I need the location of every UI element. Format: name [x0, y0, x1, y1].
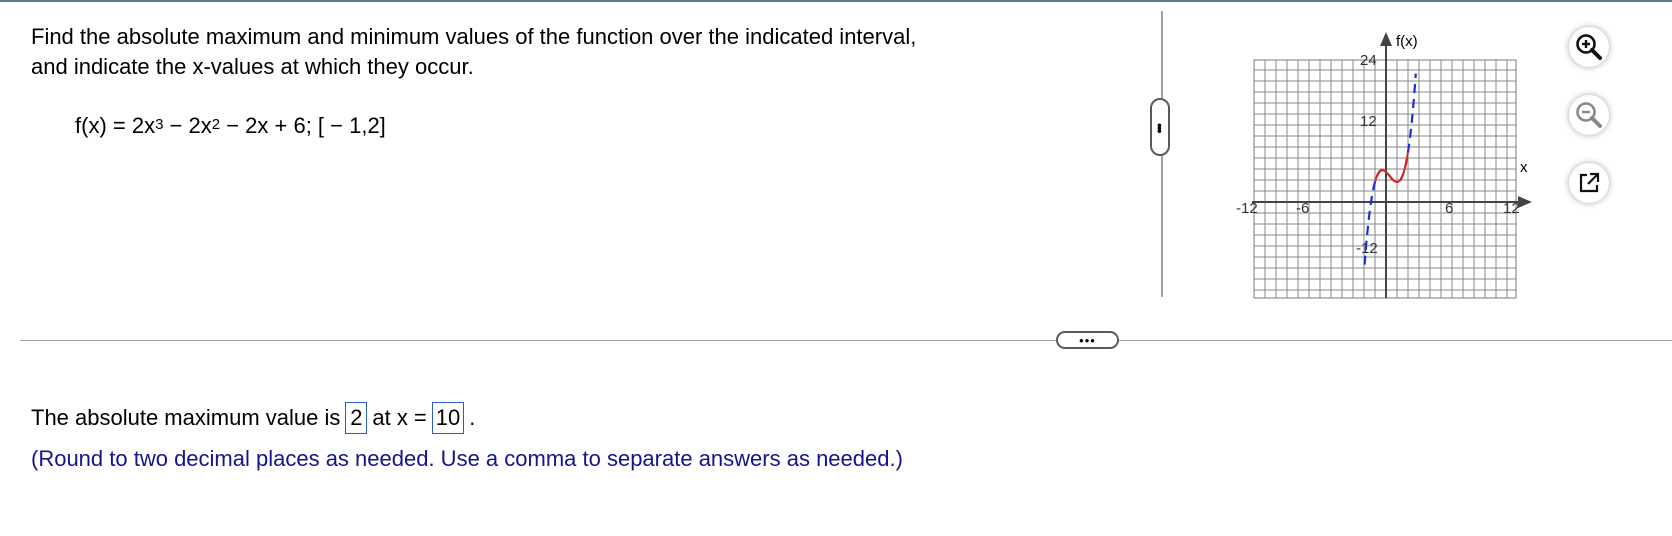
formula-exponent-2: 2 [211, 116, 221, 133]
answer-line: The absolute maximum value is 2 at x = 1… [31, 402, 475, 434]
question-panel: Find the absolute maximum and minimum va… [31, 22, 1091, 82]
horizontal-resize-handle[interactable]: ••• [1056, 331, 1119, 349]
y-tick-label: 24 [1360, 52, 1377, 69]
horizontal-divider [20, 340, 1672, 341]
vertical-resize-handle[interactable]: ••• [1150, 98, 1170, 156]
zoom-out-icon [1576, 102, 1602, 128]
question-line-1: Find the absolute maximum and minimum va… [31, 24, 917, 49]
y-tick-label: 12 [1360, 113, 1377, 130]
zoom-in-button[interactable] [1569, 27, 1609, 67]
ellipsis-icon: ••• [1152, 122, 1168, 132]
zoom-out-button[interactable] [1569, 95, 1609, 135]
max-value-answer-box[interactable]: 2 [345, 402, 368, 434]
answer-mid: at x = [372, 405, 427, 430]
answer-suffix: . [469, 405, 476, 430]
function-interval-curve [1374, 151, 1409, 184]
popout-button[interactable] [1569, 163, 1609, 203]
x-tick-label: -12 [1236, 200, 1258, 217]
formula-prefix: f(x) = 2x [75, 113, 156, 138]
x-value-answer-box[interactable]: 10 [431, 402, 465, 434]
rounding-hint: (Round to two decimal places as needed. … [31, 446, 903, 471]
formula-mid: − 2x [163, 113, 212, 138]
x-tick-label: -6 [1296, 200, 1309, 217]
function-graph[interactable]: f(x) x -12 -6 6 12 24 12 -12 [1220, 20, 1560, 300]
y-axis-label: f(x) [1396, 33, 1418, 50]
answer-prefix: The absolute maximum value is [31, 405, 341, 430]
formula-exponent-3: 3 [155, 116, 164, 133]
top-rule [0, 0, 1672, 2]
y-axis-arrow [1380, 32, 1392, 46]
question-line-2: and indicate the x-values at which they … [31, 54, 474, 79]
ellipsis-icon: ••• [1079, 332, 1096, 348]
x-axis-arrow [1518, 196, 1532, 208]
popout-icon [1579, 172, 1600, 193]
zoom-in-icon [1576, 34, 1602, 60]
x-tick-label: 6 [1445, 200, 1453, 217]
x-axis-label: x [1520, 159, 1528, 176]
formula-suffix: − 2x + 6; [ − 1,2] [220, 113, 386, 138]
x-tick-label: 12 [1503, 200, 1520, 217]
function-formula: f(x) = 2x3 − 2x2 − 2x + 6; [ − 1,2] [75, 113, 386, 139]
